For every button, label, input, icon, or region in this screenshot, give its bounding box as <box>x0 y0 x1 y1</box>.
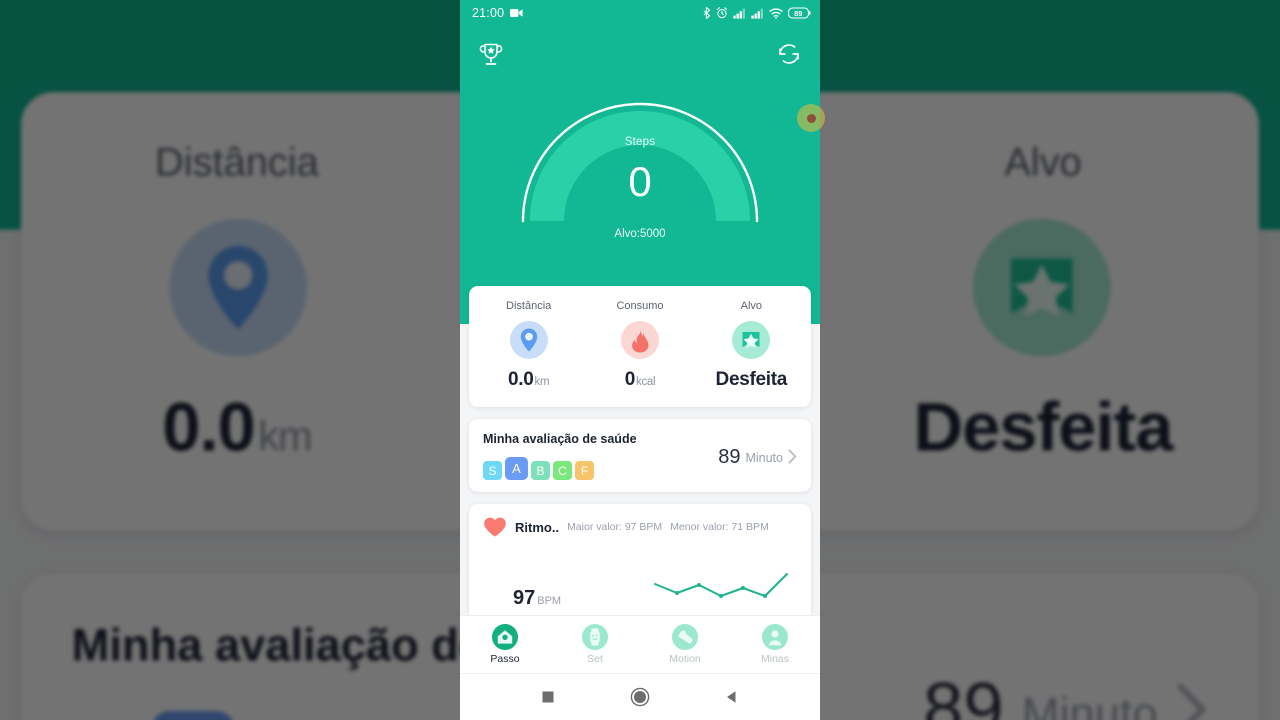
steps-gauge: Steps 0 Alvo:5000 <box>515 80 765 240</box>
stat-distance[interactable]: Distância 0.0km <box>473 300 584 391</box>
stat-calories-unit: kcal <box>636 376 656 388</box>
status-bar: 21:00 89 <box>460 0 820 26</box>
stat-goal[interactable]: Alvo Desfeita <box>696 300 807 391</box>
person-icon <box>762 624 788 650</box>
stat-calories[interactable]: Consumo 0kcal <box>584 300 695 391</box>
signal-1-icon <box>733 8 746 19</box>
video-record-icon <box>510 8 523 18</box>
stat-goal-title: Alvo <box>740 300 763 312</box>
status-bar-clock: 21:00 <box>472 6 505 20</box>
stats-card: Distância 0.0km Consumo <box>469 286 811 407</box>
gauge-label: Steps <box>624 136 656 148</box>
bottom-navigation: Passo Set Motion Minas <box>460 615 820 673</box>
svg-text:89: 89 <box>794 9 802 18</box>
signal-2-icon <box>751 8 764 19</box>
nav-item-set[interactable]: Set <box>550 624 640 665</box>
nav-label-set: Set <box>587 653 603 665</box>
screen-recording-frame: 21:00 89 Steps 0 Alvo:5000 Distância 0.0… <box>0 0 1280 720</box>
badge-star-icon <box>732 321 771 359</box>
bluetooth-icon <box>703 7 711 19</box>
stat-goal-value: Desfeita <box>715 369 788 390</box>
heart-rate-current: 97 BPM <box>513 587 562 609</box>
chevron-right-icon[interactable] <box>788 448 797 467</box>
stat-calories-title: Consumo <box>616 300 664 312</box>
gauge-step-count: 0 <box>628 158 652 205</box>
home-icon <box>492 624 518 650</box>
nav-label-motion: Motion <box>669 653 701 665</box>
grade-badge-c[interactable]: C <box>553 461 572 480</box>
back-triangle-icon[interactable] <box>721 686 743 708</box>
recents-square-icon[interactable] <box>537 686 559 708</box>
heart-rate-card[interactable]: Ritmo.. Maior valor: 97 BPM Menor valor:… <box>469 504 811 624</box>
stat-calories-value: 0kcal <box>624 369 656 390</box>
android-navigation-bar <box>460 673 820 720</box>
alarm-icon <box>716 7 728 19</box>
nav-item-minas[interactable]: Minas <box>730 624 820 665</box>
nav-item-motion[interactable]: Motion <box>640 624 730 665</box>
shoe-icon <box>672 624 698 650</box>
health-evaluation-card[interactable]: Minha avaliação de saúde S A B C F 89 <box>469 419 811 492</box>
wifi-icon <box>769 7 783 19</box>
nav-label-passo: Passo <box>490 653 520 665</box>
home-circle-icon[interactable] <box>629 686 651 708</box>
heart-rate-title: Ritmo.. <box>515 519 560 535</box>
stat-distance-unit: km <box>534 376 550 388</box>
flame-icon <box>620 321 659 359</box>
heart-icon <box>483 516 507 538</box>
stat-distance-title: Distância <box>506 300 552 312</box>
battery-icon: 89 <box>788 7 811 19</box>
health-score-unit: Minuto <box>745 450 783 465</box>
gauge-goal-text: Alvo:5000 <box>614 228 666 240</box>
nav-item-passo[interactable]: Passo <box>460 624 550 665</box>
location-pin-icon <box>509 321 548 359</box>
sync-refresh-icon[interactable] <box>774 39 804 69</box>
nav-label-minas: Minas <box>760 653 789 665</box>
watch-icon <box>582 624 608 650</box>
heart-rate-min: Menor valor: 71 BPM <box>670 521 769 533</box>
heart-rate-max: Maior valor: 97 BPM <box>567 521 663 533</box>
cards-container: Distância 0.0km Consumo <box>460 286 820 624</box>
grade-badge-f[interactable]: F <box>575 461 594 480</box>
trophy-icon[interactable] <box>476 39 506 69</box>
stat-distance-value: 0.0km <box>508 369 550 390</box>
heart-rate-unit: BPM <box>537 595 562 607</box>
header-green-panel: Steps 0 Alvo:5000 <box>460 26 820 324</box>
phone-viewport: 21:00 89 Steps 0 Alvo:5000 Distância 0.0… <box>460 0 820 720</box>
heart-rate-sparkline <box>654 573 788 598</box>
grade-badges: S A B C F <box>483 456 718 480</box>
grade-badge-a[interactable]: A <box>505 457 528 480</box>
grade-badge-b[interactable]: B <box>531 461 550 480</box>
health-card-title: Minha avaliação de saúde <box>483 432 637 446</box>
health-score-value: 89 <box>718 446 741 468</box>
grade-badge-s[interactable]: S <box>483 461 502 480</box>
